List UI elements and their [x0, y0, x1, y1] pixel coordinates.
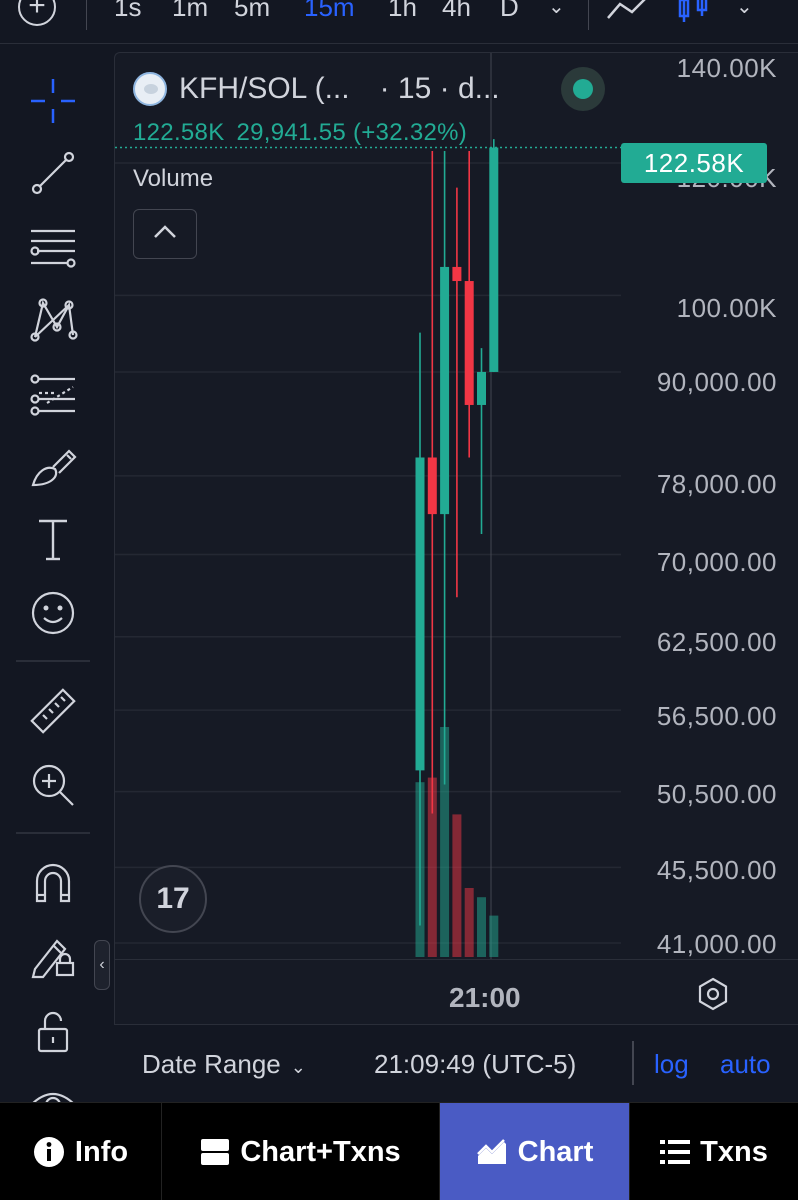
chevron-down-icon[interactable]: ⌄ [736, 0, 753, 19]
divider [632, 1041, 634, 1085]
grid-lines [115, 162, 621, 944]
unlock-icon[interactable] [22, 1002, 84, 1060]
token-logo [133, 72, 167, 106]
settings-gear-icon[interactable] [695, 976, 731, 1012]
last-price-badge: 122.58K [621, 143, 767, 183]
change-value: 29,941.55 (+32.32%) [236, 119, 468, 146]
divider [588, 0, 589, 30]
interval-bar: + 1s 1m 5m 15m 1h 4h D ⌄ ⌄ [0, 0, 798, 44]
pattern-icon[interactable] [22, 290, 84, 348]
plus-circle-icon[interactable]: + [18, 0, 56, 26]
line-chart-icon[interactable] [606, 0, 650, 20]
divider [16, 660, 90, 662]
date-range-label: Date Range [142, 1049, 281, 1079]
tab-chart[interactable]: Chart [440, 1103, 630, 1200]
brush-icon[interactable] [22, 438, 84, 496]
tab-txns[interactable]: Txns [630, 1103, 798, 1200]
tab-label: Txns [700, 1135, 768, 1168]
drawing-toolbar [0, 52, 106, 1118]
divider [16, 832, 90, 834]
volume-label: Volume [133, 165, 214, 192]
collapse-indicator-button[interactable] [133, 209, 197, 259]
candle-body [464, 281, 474, 405]
price-label: 50,500.00 [656, 779, 777, 809]
candle-body [427, 457, 437, 515]
tab-label: Chart+Txns [240, 1135, 401, 1168]
price-label: 100.00K [676, 293, 777, 323]
symbol-name[interactable]: KFH/SOL (... [179, 72, 350, 106]
interval-d[interactable]: D [500, 0, 519, 23]
chevron-down-icon[interactable]: ⌄ [548, 0, 565, 19]
auto-scale-toggle[interactable]: auto [720, 1049, 771, 1080]
timezone-clock[interactable]: 21:09:49 (UTC-5) [374, 1049, 576, 1080]
projection-icon[interactable] [22, 366, 84, 424]
interval-4h[interactable]: 4h [442, 0, 471, 23]
candle-body [489, 147, 499, 372]
price-label: 41,000.00 [656, 929, 777, 959]
interval-1s[interactable]: 1s [114, 0, 141, 23]
text-tool-icon[interactable] [22, 510, 84, 568]
market-status-icon [561, 67, 605, 111]
split-view-icon [200, 1138, 230, 1166]
volume-bars [415, 727, 499, 957]
chart-pane[interactable]: KFH/SOL (... · 15 · d... 122.58K 29,941.5… [114, 52, 798, 1024]
candle-body [477, 371, 486, 405]
symbol-legend[interactable]: KFH/SOL (... · 15 · d... [133, 67, 605, 111]
interval-1h[interactable]: 1h [388, 0, 417, 23]
interval-1m[interactable]: 1m [172, 0, 208, 23]
time-axis[interactable]: 21:00 [115, 959, 798, 1024]
date-range-dropdown[interactable]: Date Range ⌄ [142, 1049, 306, 1080]
tab-info[interactable]: Info [0, 1103, 162, 1200]
time-label: 21:00 [449, 982, 521, 1013]
volume-bar [489, 915, 499, 957]
magnet-icon[interactable] [22, 854, 84, 912]
candle-body [415, 457, 425, 771]
last-value: 122.58K [133, 119, 225, 146]
timeframe-label: · 15 · d... [379, 72, 500, 105]
price-label: 90,000.00 [656, 367, 777, 397]
info-icon [33, 1136, 65, 1168]
fib-levels-icon[interactable] [22, 218, 84, 276]
collapse-toolbar-button[interactable]: ‹ [94, 940, 110, 990]
price-label: 56,500.00 [656, 701, 777, 731]
chevron-up-icon [154, 225, 176, 238]
price-label: 70,000.00 [656, 547, 777, 577]
log-scale-toggle[interactable]: log [654, 1049, 689, 1080]
candles-icon[interactable] [676, 0, 712, 24]
emoji-icon[interactable] [22, 584, 84, 642]
ohlc-values: 122.58K 29,941.55 (+32.32%) [133, 119, 467, 147]
price-label: 62,500.00 [656, 627, 777, 657]
range-bar: Date Range ⌄ 21:09:49 (UTC-5) log auto [114, 1024, 798, 1102]
interval-15m[interactable]: 15m [304, 0, 355, 23]
price-label: 140.00K [676, 53, 777, 83]
trend-line-icon[interactable] [22, 144, 84, 202]
candle-body [440, 266, 450, 515]
tab-label: Chart [517, 1135, 594, 1168]
list-icon [660, 1139, 691, 1165]
volume-bar [464, 888, 474, 957]
tradingview-logo-icon[interactable]: 17 [139, 865, 207, 933]
price-label: 78,000.00 [656, 469, 777, 499]
price-label: 45,500.00 [656, 855, 777, 885]
chevron-down-icon: ⌄ [290, 1057, 306, 1077]
volume-bar [452, 814, 462, 957]
crosshair-icon[interactable] [22, 72, 84, 130]
zoom-in-icon[interactable] [22, 756, 84, 814]
tab-label: Info [74, 1135, 129, 1168]
divider [86, 0, 87, 30]
bottom-nav: Info Chart+Txns Chart Txns [0, 1102, 798, 1200]
tab-chart-txns[interactable]: Chart+Txns [162, 1103, 440, 1200]
candle-body [452, 266, 462, 282]
volume-bar [477, 897, 486, 957]
area-chart-icon [476, 1138, 508, 1166]
ruler-icon[interactable] [22, 682, 84, 740]
price-axis[interactable]: 140.00K 120.00K 100.00K 90,000.00 78,000… [621, 53, 798, 959]
lock-drawing-icon[interactable] [22, 926, 84, 984]
interval-5m[interactable]: 5m [234, 0, 270, 23]
